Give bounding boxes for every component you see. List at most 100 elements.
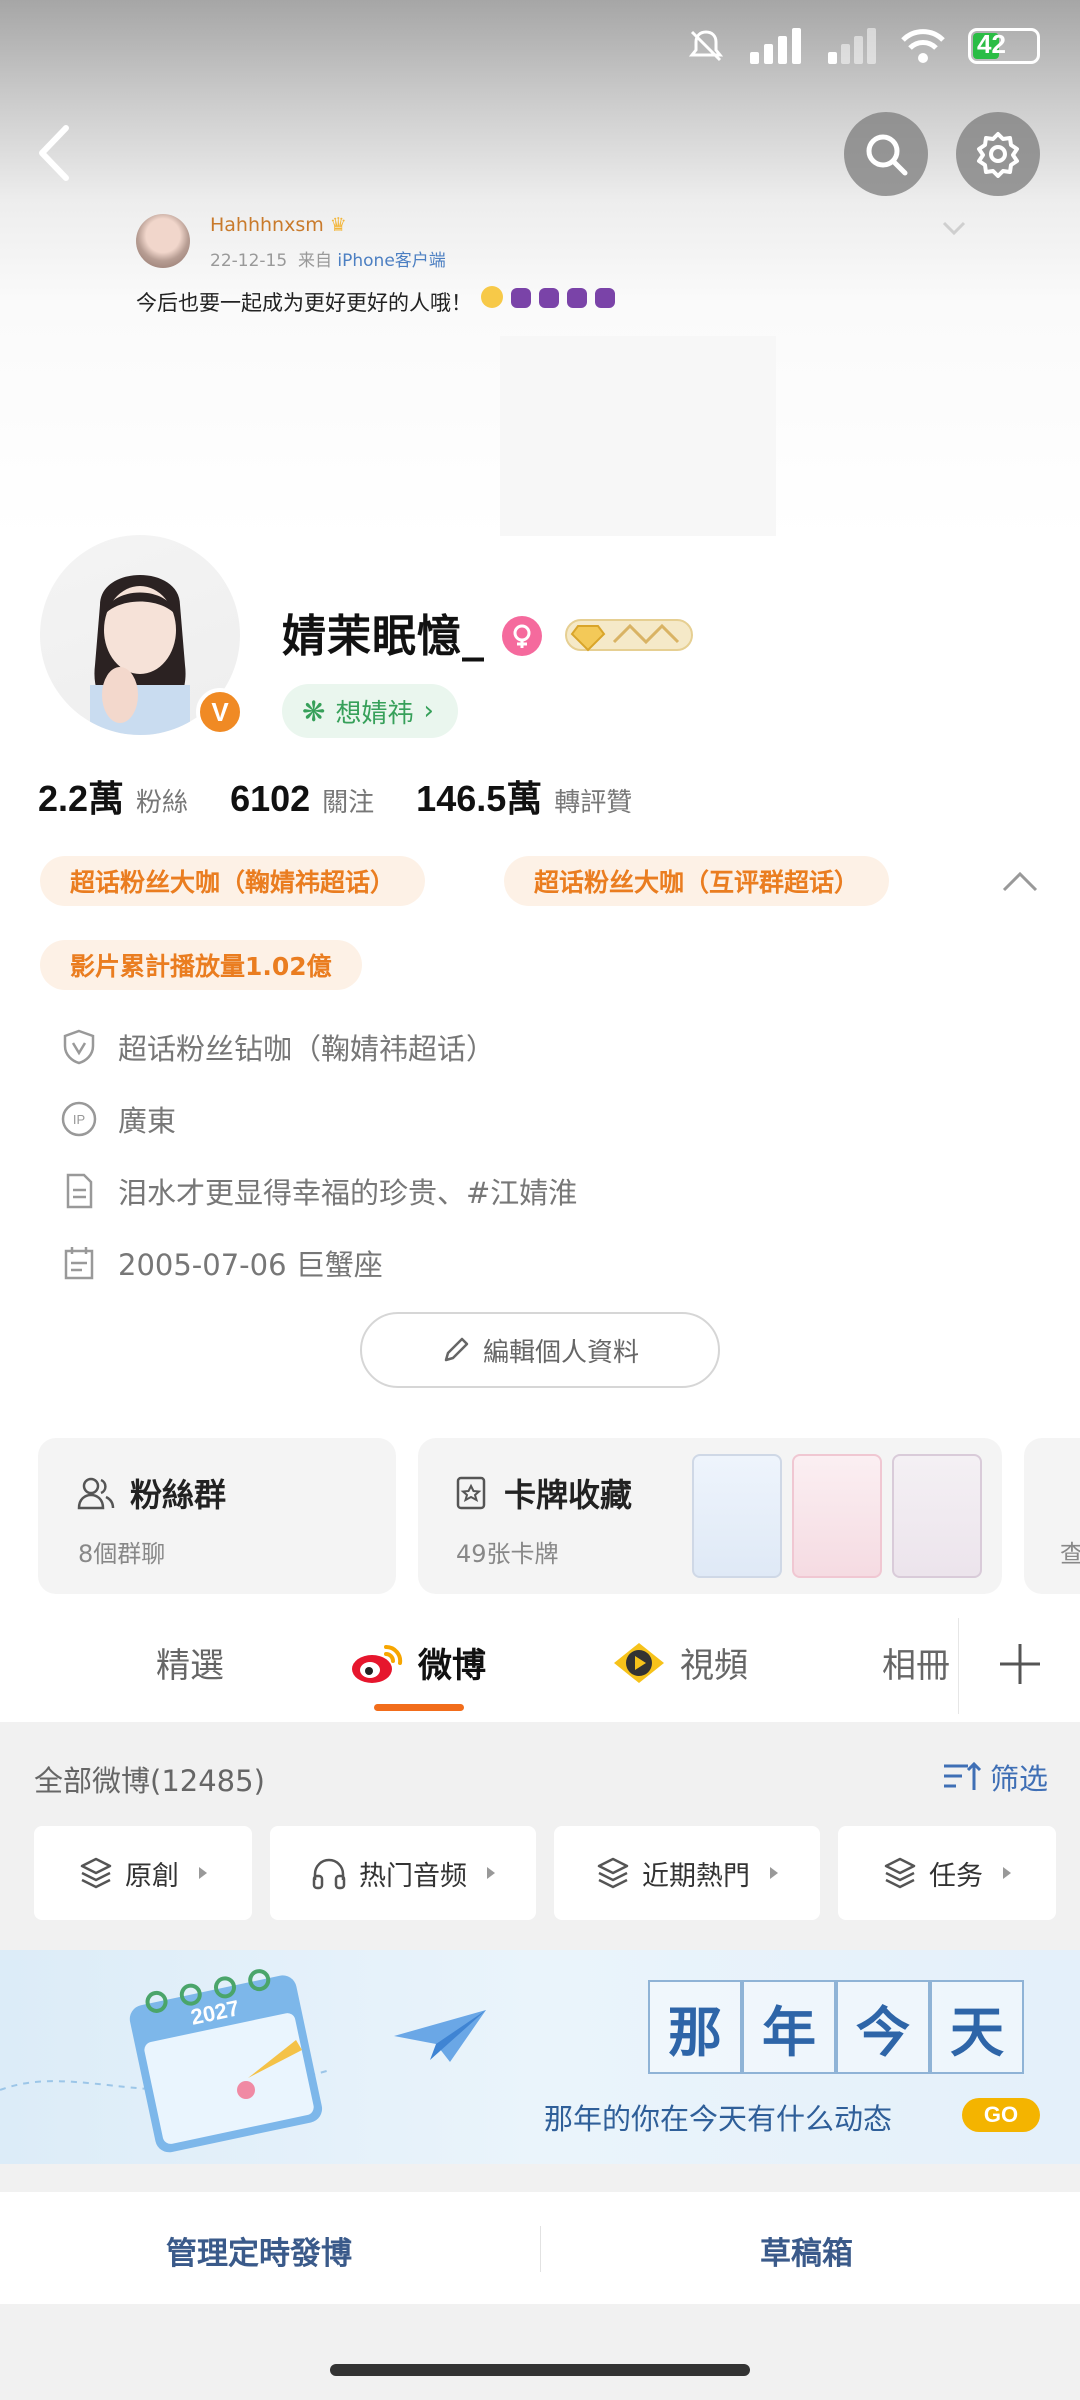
chip-original[interactable]: 原創 — [34, 1826, 252, 1920]
caret-right-icon — [199, 1867, 207, 1879]
battery-level: 42 — [977, 29, 1006, 59]
chevron-down-icon[interactable] — [942, 220, 966, 236]
partial-card[interactable]: 查 — [1024, 1438, 1080, 1594]
video-play-icon — [614, 1642, 664, 1683]
search-icon — [866, 134, 908, 176]
info-bio-row: 泪水才更显得幸福的珍贵、#江婧淮 — [60, 1170, 577, 1212]
mute-bell-icon — [688, 30, 724, 62]
filter-icon — [943, 1761, 982, 1790]
tab-divider — [958, 1618, 959, 1714]
info-badge-row: 超话粉丝钻咖（鞠婧祎超话） — [60, 1026, 495, 1068]
edit-profile-button[interactable]: 編輯個人資料 — [360, 1312, 720, 1388]
profile-nickname: 婧茉眠憶_ — [282, 611, 485, 662]
back-arrow-icon[interactable] — [30, 118, 80, 188]
tab-albums-label: 相冊 — [882, 1646, 950, 1686]
embedded-post-text: 今后也要一起成为更好更好的人哦！ — [136, 291, 472, 315]
info-ip-text: 廣東 — [118, 1104, 177, 1138]
shield-icon — [60, 1028, 98, 1066]
emoji-icons — [479, 286, 619, 315]
tag-supertopic-fan-2[interactable]: 超话粉丝大咖（互评群超话） — [504, 856, 890, 906]
settings-button[interactable] — [956, 112, 1040, 196]
caret-right-icon — [770, 1867, 778, 1879]
reposts-likes-label[interactable]: 轉評贊 — [554, 782, 632, 819]
tag-supertopic-fan-1[interactable]: 超话粉丝大咖（鞠婧祎超话） — [40, 856, 426, 906]
document-icon — [60, 1172, 98, 1210]
chip-tasks-label: 任务 — [929, 1860, 983, 1892]
status-bar: 42 — [0, 0, 1080, 100]
bottom-actions: 管理定時發博 草稿箱 — [0, 2192, 1080, 2304]
filter-label: 筛选 — [989, 1762, 1048, 1796]
drafts-button[interactable]: 草稿箱 — [760, 2228, 853, 2273]
card-thumbnail-2 — [792, 1454, 882, 1578]
plus-icon[interactable] — [990, 1634, 1050, 1694]
banner-subtitle: 那年的你在今天有什么动态 — [544, 2102, 893, 2136]
calendar-icon — [60, 1244, 98, 1282]
chip-recent-hot[interactable]: 近期熱門 — [554, 1826, 820, 1920]
paper-plane-icon — [394, 2010, 486, 2062]
tab-videos-label: 視頻 — [680, 1646, 748, 1686]
ip-icon: IP — [60, 1100, 98, 1138]
layers-icon — [597, 1857, 629, 1889]
tab-featured[interactable]: 精選 — [156, 1638, 224, 1687]
info-birthday-text: 2005-07-06 巨蟹座 — [118, 1248, 383, 1282]
profile-stats: 2.2萬 粉絲 6102 關注 146.5萬 轉評贊 — [38, 770, 674, 822]
banner-char-2: 年 — [742, 1980, 836, 2074]
layers-icon — [884, 1857, 916, 1889]
card-collection-title: 卡牌收藏 — [504, 1476, 633, 1514]
chip-original-label: 原創 — [125, 1860, 179, 1892]
calendar-illustration-icon: 2027 — [0, 1969, 331, 2153]
battery-icon: 42 — [968, 28, 1040, 64]
caret-right-icon — [1003, 1867, 1011, 1879]
fans-group-sub: 8個群聊 — [78, 1540, 166, 1568]
filter-button[interactable]: 筛选 — [942, 1756, 1048, 1798]
fans-group-title: 粉絲群 — [130, 1476, 227, 1514]
flower-icon: ❋ — [302, 694, 326, 728]
card-star-icon — [456, 1476, 486, 1510]
tab-albums[interactable]: 相冊 — [882, 1638, 950, 1687]
weibo-logo-icon — [352, 1644, 403, 1683]
card-thumbnail-1 — [692, 1454, 782, 1578]
card-collection-card[interactable]: 卡牌收藏 49张卡牌 — [418, 1438, 1002, 1594]
bottom-divider — [540, 2226, 541, 2272]
info-badge-text: 超话粉丝钻咖（鞠婧祎超话） — [118, 1032, 496, 1066]
banner-char-4: 天 — [930, 1980, 1024, 2074]
chip-recent-hot-label: 近期熱門 — [642, 1860, 750, 1892]
wifi-icon — [901, 29, 945, 63]
supertopic-link[interactable]: ❋ 想婧祎 › — [282, 684, 458, 738]
embedded-post-date: 22-12-15 — [210, 251, 288, 271]
embedded-post-source: iPhone客户端 — [337, 251, 446, 271]
layers-icon — [80, 1857, 112, 1889]
tab-featured-label: 精選 — [156, 1646, 224, 1686]
tag-video-plays[interactable]: 影片累計播放量1.02億 — [40, 940, 362, 990]
tab-weibo[interactable]: 微博 — [350, 1638, 486, 1687]
tab-videos[interactable]: 視頻 — [612, 1638, 748, 1687]
gear-icon — [977, 132, 1019, 178]
reposts-likes-count[interactable]: 146.5萬 — [416, 770, 542, 822]
people-icon — [77, 1477, 115, 1510]
chip-hot-audio[interactable]: 热门音频 — [270, 1826, 536, 1920]
following-label[interactable]: 關注 — [322, 782, 374, 819]
search-button[interactable] — [844, 112, 928, 196]
all-posts-heading: 全部微博(12485) — [34, 1764, 265, 1798]
manage-scheduled-posts-button[interactable]: 管理定時發博 — [166, 2228, 352, 2273]
home-indicator[interactable] — [330, 2364, 750, 2376]
info-birthday-row: 2005-07-06 巨蟹座 — [60, 1242, 383, 1284]
go-button[interactable]: GO — [962, 2098, 1040, 2132]
chip-tasks[interactable]: 任务 — [838, 1826, 1056, 1920]
active-tab-indicator — [374, 1704, 464, 1711]
following-count[interactable]: 6102 — [230, 778, 310, 820]
fans-label[interactable]: 粉絲 — [136, 782, 188, 819]
partial-card-sub: 查 — [1060, 1540, 1080, 1568]
card-thumbnail-3 — [892, 1454, 982, 1578]
on-this-day-banner[interactable]: 2027 那 年 今 天 那年的你在今天有什么动态 GO — [0, 1950, 1080, 2164]
profile-tabs: 精選 微博 視頻 相冊 — [0, 1608, 1080, 1720]
vip-diamond-badge-icon[interactable] — [560, 612, 698, 658]
edit-profile-label: 編輯個人資料 — [482, 1337, 639, 1368]
chevron-up-icon[interactable] — [1000, 868, 1040, 896]
fans-count[interactable]: 2.2萬 — [38, 770, 124, 822]
fans-group-card[interactable]: 粉絲群 8個群聊 — [38, 1438, 396, 1594]
female-gender-icon — [502, 616, 542, 656]
crown-icon: ♛ — [329, 214, 347, 236]
embedded-post-image — [500, 336, 776, 536]
svg-text:IP: IP — [73, 1112, 85, 1127]
